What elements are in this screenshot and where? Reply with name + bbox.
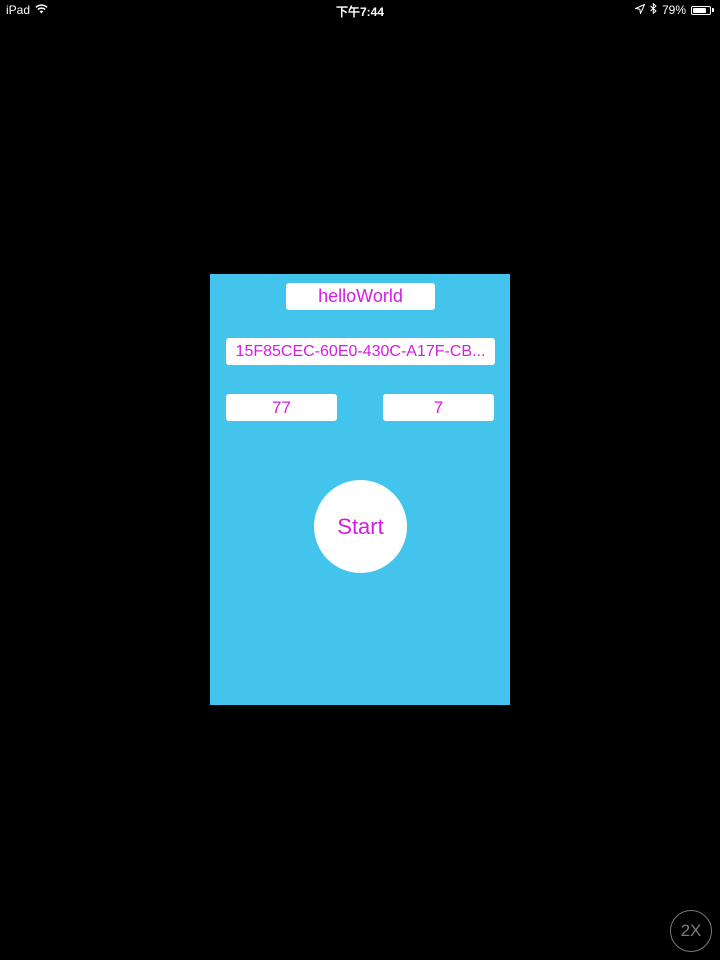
bluetooth-icon bbox=[650, 2, 657, 17]
uuid-label: 15F85CEC-60E0-430C-A17F-CB... bbox=[226, 338, 495, 365]
screen: iPad 下午7:44 79% helloWorld 15F85CEC-60E0… bbox=[0, 0, 720, 960]
location-icon bbox=[633, 3, 646, 17]
battery-icon bbox=[691, 5, 711, 15]
status-right: 79% bbox=[633, 2, 714, 17]
app-panel: helloWorld 15F85CEC-60E0-430C-A17F-CB...… bbox=[210, 274, 510, 705]
status-time: 下午7:44 bbox=[335, 5, 385, 19]
zoom-2x-button[interactable]: 2X bbox=[670, 910, 712, 952]
value-left-label: 77 bbox=[226, 394, 337, 421]
start-button[interactable]: Start bbox=[314, 480, 407, 573]
battery-fill bbox=[693, 7, 706, 13]
battery-percent: 79% bbox=[661, 3, 686, 17]
battery-tip bbox=[712, 8, 714, 12]
value-right-label: 7 bbox=[383, 394, 494, 421]
status-bar: iPad 下午7:44 79% bbox=[0, 0, 720, 20]
title-label: helloWorld bbox=[286, 283, 435, 310]
